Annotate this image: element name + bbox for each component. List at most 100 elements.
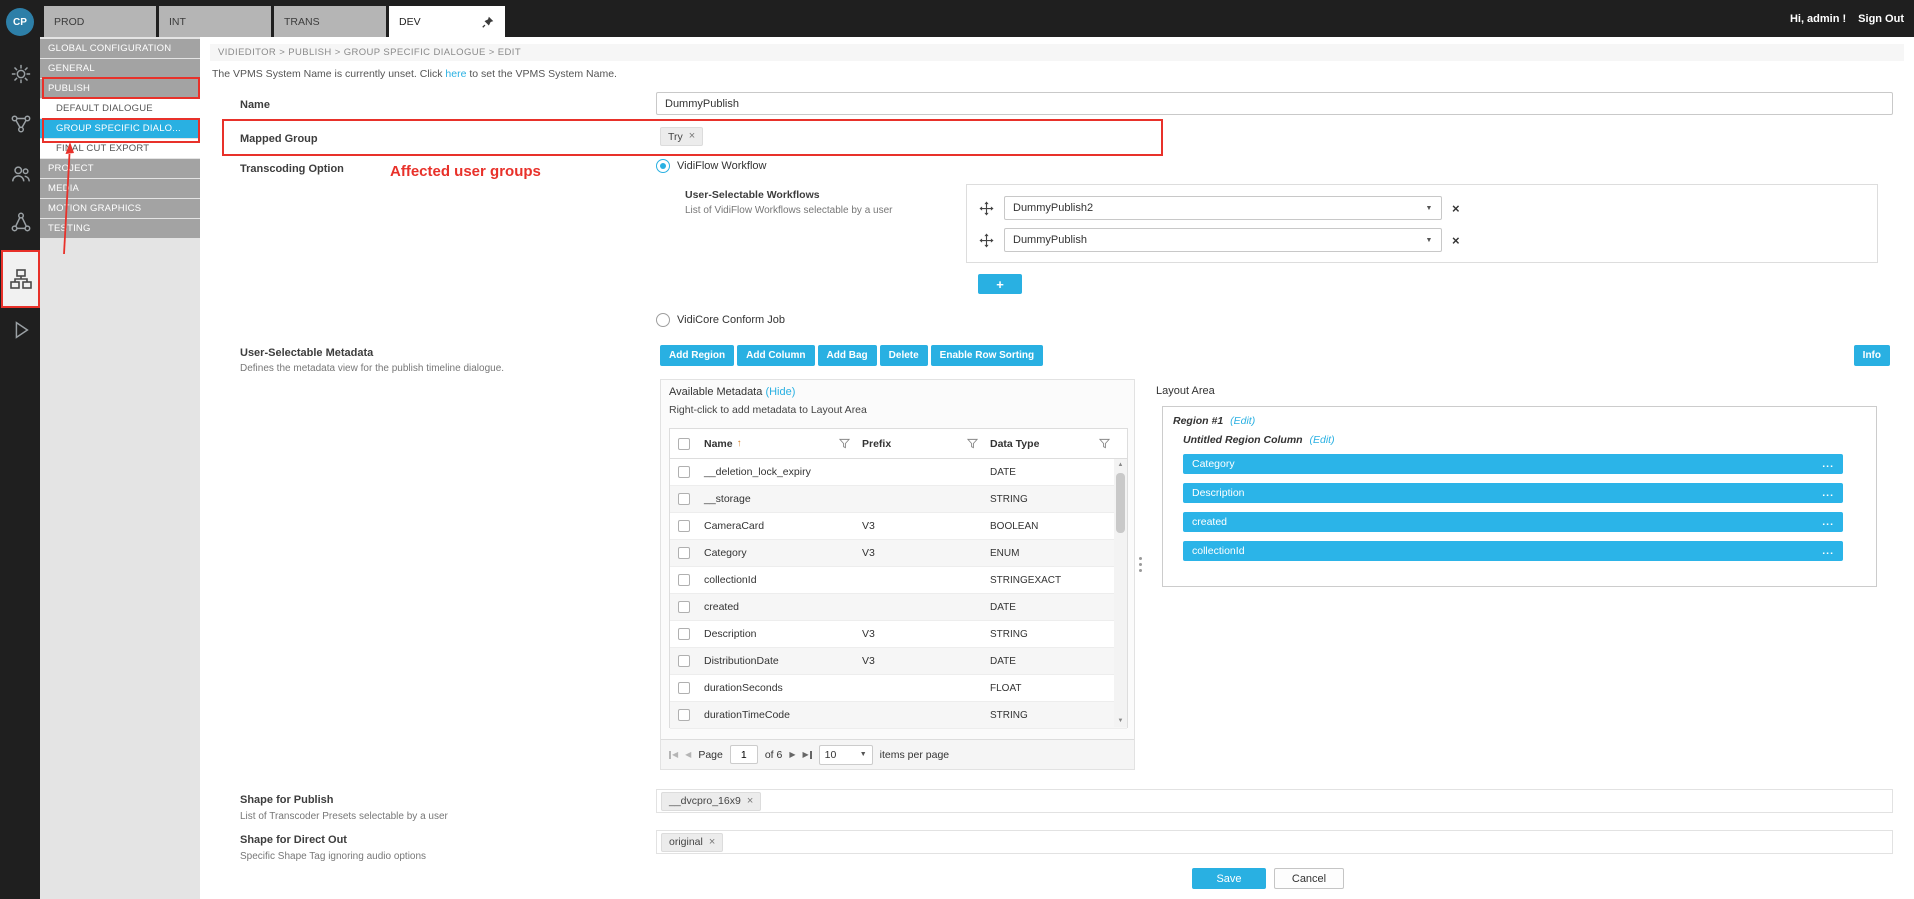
remove-tag-icon[interactable]: × [709,837,715,848]
workflow-select[interactable]: DummyPublish2 ▼ [1004,196,1442,220]
panel-splitter[interactable] [1138,557,1143,585]
name-input[interactable] [656,92,1893,115]
services-icon[interactable] [9,62,33,86]
tab-prod[interactable]: PROD [44,6,156,37]
column-edit-link[interactable]: (Edit) [1310,434,1335,446]
items-per-page-label: items per page [880,749,949,761]
metadata-row[interactable]: durationSeconds FLOAT [670,675,1127,702]
metadata-row[interactable]: DistributionDate V3 DATE [670,648,1127,675]
region-edit-link[interactable]: (Edit) [1230,415,1255,427]
configuration-sitemap-icon[interactable] [2,252,39,306]
row-checkbox[interactable] [678,628,690,640]
layout-item[interactable]: created ... [1183,512,1843,532]
remove-tag-icon[interactable]: × [689,131,695,142]
metadata-row[interactable]: CameraCard V3 BOOLEAN [670,513,1127,540]
sidebar-item-default-dialogue[interactable]: DEFAULT DIALOGUE [40,99,200,118]
layout-item[interactable]: collectionId ... [1183,541,1843,561]
scroll-down-icon[interactable]: ▼ [1118,715,1124,727]
prev-page-button[interactable]: ◀ [685,750,691,759]
remove-workflow-icon[interactable]: × [1452,233,1460,248]
row-checkbox[interactable] [678,520,690,532]
column-header-prefix[interactable]: Prefix [856,429,984,458]
remove-workflow-icon[interactable]: × [1452,201,1460,216]
more-options-icon[interactable]: ... [1822,516,1834,528]
sidebar-item-group-specific-dialogue[interactable]: GROUP SPECIFIC DIALO... [40,119,200,138]
scrollbar-thumb[interactable] [1116,473,1125,533]
layout-item[interactable]: Description ... [1183,483,1843,503]
available-metadata-hint: Right-click to add metadata to Layout Ar… [669,404,867,416]
add-workflow-button[interactable]: + [978,274,1022,294]
workflow-icon[interactable] [9,112,33,136]
metadata-row[interactable]: Description V3 STRING [670,621,1127,648]
metadata-row[interactable]: __deletion_lock_expiry DATE [670,459,1127,486]
shape-publish-field[interactable]: __dvcpro_16x9 × [656,789,1893,813]
metadata-row[interactable]: __storage STRING [670,486,1127,513]
metadata-row[interactable]: collectionId STRINGEXACT [670,567,1127,594]
next-page-button[interactable]: ▶ [789,750,795,759]
row-checkbox[interactable] [678,682,690,694]
cell-datatype: ENUM [984,548,1116,559]
tab-trans[interactable]: TRANS [274,6,386,37]
add-bag-button[interactable]: Add Bag [818,345,877,366]
more-options-icon[interactable]: ... [1822,545,1834,557]
info-button[interactable]: Info [1854,345,1890,366]
add-column-button[interactable]: Add Column [737,345,814,366]
sidebar-item-media[interactable]: MEDIA [40,179,200,198]
sidebar-item-final-cut-export[interactable]: FINAL CUT EXPORT [40,139,200,158]
row-checkbox[interactable] [678,547,690,559]
remove-tag-icon[interactable]: × [747,796,753,807]
workflows-description: List of VidiFlow Workflows selectable by… [685,205,893,216]
workflow-select[interactable]: DummyPublish ▼ [1004,228,1442,252]
more-options-icon[interactable]: ... [1822,487,1834,499]
row-checkbox[interactable] [678,466,690,478]
filter-icon[interactable] [967,438,978,449]
row-checkbox[interactable] [678,574,690,586]
column-header-datatype[interactable]: Data Type [984,429,1116,458]
hide-link[interactable]: (Hide) [765,386,795,398]
column-header-name[interactable]: Name ↑ [698,429,856,458]
save-button[interactable]: Save [1192,868,1266,889]
select-all-checkbox[interactable] [678,438,690,450]
filter-icon[interactable] [839,438,850,449]
shape-direct-field[interactable]: original × [656,830,1893,854]
move-icon[interactable] [979,201,994,216]
more-options-icon[interactable]: ... [1822,458,1834,470]
sidebar-item-testing[interactable]: TESTING [40,219,200,238]
sidebar-item-global-configuration[interactable]: GLOBAL CONFIGURATION [40,39,200,58]
row-checkbox[interactable] [678,655,690,667]
cancel-button[interactable]: Cancel [1274,868,1344,889]
sidebar-item-motion-graphics[interactable]: MOTION GRAPHICS [40,199,200,218]
column-header-name-group: Name ↑ [704,438,742,450]
notice-here-link[interactable]: here [445,68,466,80]
page-size-select[interactable]: 10 ▼ [819,745,873,765]
user-area: Hi, admin ! Sign Out [1790,0,1904,37]
sidebar-item-general[interactable]: GENERAL [40,59,200,78]
play-icon[interactable] [9,318,33,342]
tab-int[interactable]: INT [159,6,271,37]
add-region-button[interactable]: Add Region [660,345,734,366]
metadata-row[interactable]: durationTimeCode STRING [670,702,1127,729]
vidicore-conform-radio[interactable]: VidiCore Conform Job [656,313,785,327]
grid-scrollbar[interactable]: ▲ ▼ [1114,459,1127,727]
first-page-button[interactable]: ◀ [669,750,678,759]
sign-out-link[interactable]: Sign Out [1858,13,1904,25]
last-page-button[interactable]: ▶ [803,750,812,759]
sidebar-item-publish[interactable]: PUBLISH [40,79,200,98]
page-input[interactable] [730,745,758,764]
users-icon[interactable] [9,162,33,186]
filter-icon[interactable] [1099,438,1110,449]
vidiflow-workflow-radio[interactable]: VidiFlow Workflow [656,159,766,173]
sidebar-item-project[interactable]: PROJECT [40,159,200,178]
metadata-row[interactable]: created DATE [670,594,1127,621]
hierarchy-icon[interactable] [9,210,33,234]
layout-item[interactable]: Category ... [1183,454,1843,474]
metadata-row[interactable]: Category V3 ENUM [670,540,1127,567]
scroll-up-icon[interactable]: ▲ [1118,459,1124,471]
row-checkbox[interactable] [678,601,690,613]
delete-button[interactable]: Delete [880,345,928,366]
tab-dev[interactable]: DEV [389,6,505,37]
move-icon[interactable] [979,233,994,248]
row-checkbox[interactable] [678,493,690,505]
row-checkbox[interactable] [678,709,690,721]
enable-row-sorting-button[interactable]: Enable Row Sorting [931,345,1043,366]
